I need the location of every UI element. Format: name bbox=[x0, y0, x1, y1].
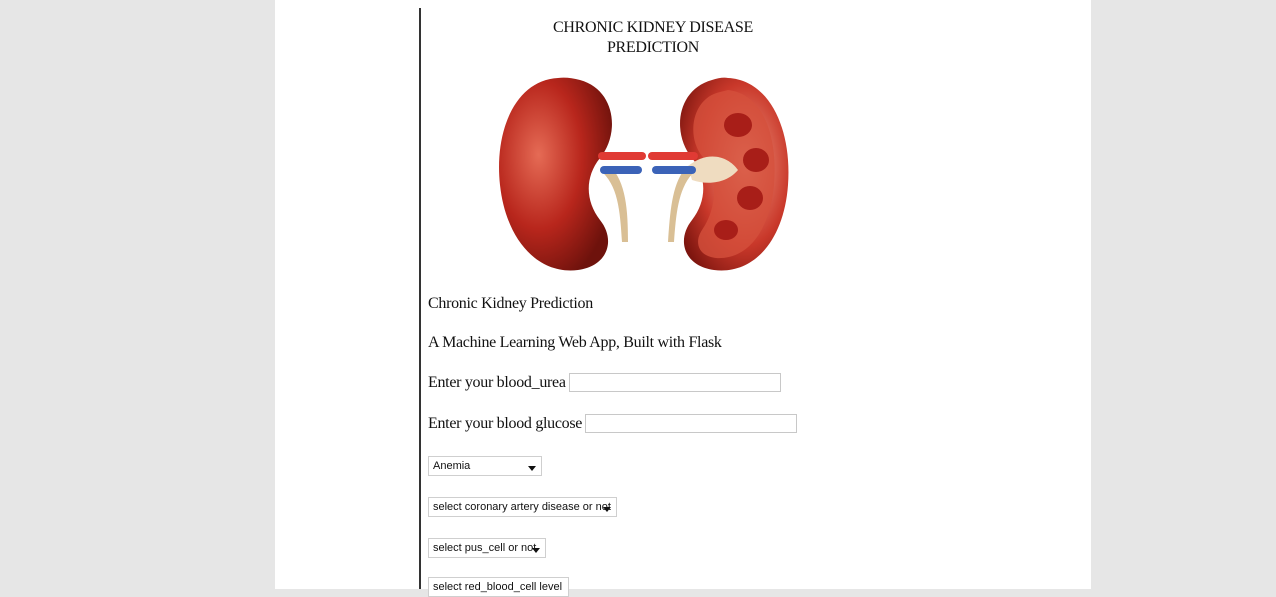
right-artery bbox=[648, 152, 698, 160]
anemia-select[interactable]: Anemia bbox=[428, 456, 542, 476]
red-blood-cell-select-value: select red_blood_cell level bbox=[433, 581, 563, 593]
page-container: CHRONIC KIDNEY DISEASE PREDICTION Chroni… bbox=[275, 0, 1091, 597]
chevron-down-icon bbox=[603, 507, 611, 512]
anemia-select-value: Anemia bbox=[433, 460, 471, 472]
kidney-illustration bbox=[499, 77, 789, 271]
blood-glucose-label: Enter your blood glucose bbox=[428, 414, 583, 432]
blood-glucose-input[interactable] bbox=[585, 414, 798, 433]
blood-urea-label: Enter your blood_urea bbox=[428, 373, 566, 391]
pyramid-3 bbox=[737, 186, 763, 210]
blood-urea-input[interactable] bbox=[568, 373, 781, 392]
pus-cell-select[interactable]: select pus_cell or not bbox=[428, 538, 546, 558]
coronary-artery-select-value: select coronary artery disease or not bbox=[433, 501, 611, 513]
pyramid-2 bbox=[743, 148, 769, 172]
page-title: CHRONIC KIDNEY DISEASE PREDICTION bbox=[428, 18, 878, 58]
page-title-line1: CHRONIC KIDNEY DISEASE bbox=[553, 19, 753, 36]
left-kidney-shape bbox=[499, 77, 612, 271]
left-artery bbox=[598, 152, 646, 160]
app-heading: Chronic Kidney Prediction bbox=[428, 295, 593, 312]
blood-glucose-row: Enter your blood glucose bbox=[428, 414, 798, 433]
left-vein bbox=[600, 166, 642, 174]
chevron-down-icon bbox=[528, 466, 536, 471]
app-subheading: A Machine Learning Web App, Built with F… bbox=[428, 334, 722, 351]
chevron-down-icon bbox=[532, 548, 540, 553]
pyramid-4 bbox=[714, 220, 738, 240]
page-title-line2: PREDICTION bbox=[606, 39, 700, 56]
pyramid-1 bbox=[724, 113, 752, 137]
pus-cell-select-value: select pus_cell or not bbox=[433, 542, 537, 554]
blood-urea-row: Enter your blood_urea bbox=[428, 373, 781, 392]
coronary-artery-select[interactable]: select coronary artery disease or not bbox=[428, 497, 617, 517]
left-border-line bbox=[419, 8, 421, 589]
red-blood-cell-select[interactable]: select red_blood_cell level bbox=[428, 577, 569, 597]
right-vein bbox=[652, 166, 696, 174]
